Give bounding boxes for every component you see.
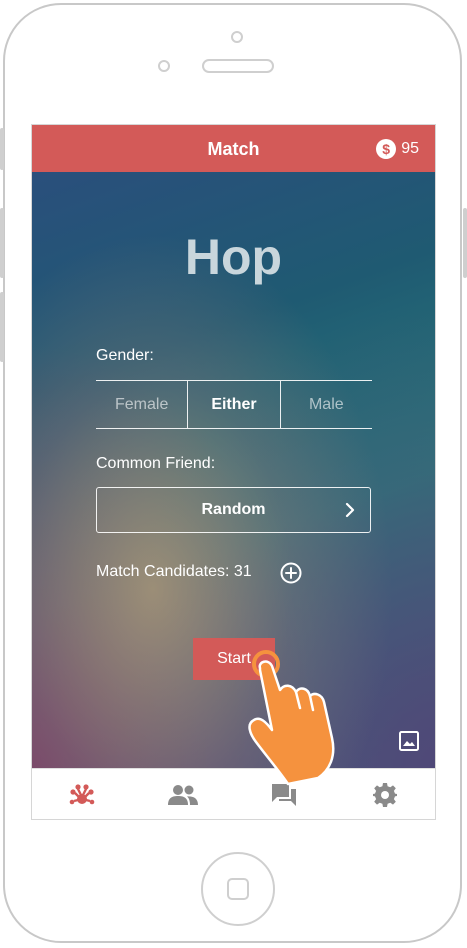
chevron-right-icon (345, 502, 355, 518)
friends-icon (168, 785, 199, 805)
header-bar: Match $ 95 (32, 125, 435, 172)
home-button[interactable] (201, 852, 275, 926)
match-candidates-text: Match Candidates: 31 (96, 563, 252, 580)
proximity-sensor (158, 60, 170, 72)
page-title: Match (207, 139, 260, 159)
gender-option-male[interactable]: Male (281, 381, 372, 428)
common-friend-label: Common Friend: (96, 455, 216, 472)
tab-friends[interactable] (133, 769, 234, 819)
mute-switch (0, 128, 4, 170)
tab-match[interactable] (32, 769, 133, 819)
chat-icon (271, 784, 296, 806)
home-button-square (227, 878, 249, 900)
background-image-icon[interactable] (399, 731, 419, 751)
gender-segmented-control: Female Either Male (96, 380, 372, 429)
common-friend-value: Random (201, 501, 266, 518)
tap-gesture-hand-icon (248, 650, 335, 786)
add-candidates-icon[interactable] (280, 562, 302, 584)
gender-option-either[interactable]: Either (187, 381, 281, 428)
match-icon (70, 784, 95, 805)
settings-icon (372, 783, 397, 807)
coin-balance[interactable]: $ 95 (376, 139, 419, 159)
common-friend-select[interactable]: Random (96, 487, 371, 533)
dollar-coin-icon: $ (376, 139, 397, 159)
earpiece-speaker (202, 59, 274, 73)
app-screen: Match $ 95 Hop Gender: Female Either Mal… (31, 124, 436, 820)
volume-up-button (0, 208, 4, 278)
power-button (463, 208, 467, 278)
gender-option-female[interactable]: Female (96, 381, 187, 428)
gender-label: Gender: (96, 347, 154, 364)
match-panel: Hop Gender: Female Either Male Common Fr… (32, 172, 435, 768)
tab-bar (32, 768, 435, 819)
volume-down-button (0, 292, 4, 362)
coin-count: 95 (401, 140, 419, 157)
front-camera (231, 31, 243, 43)
app-logo: Hop (184, 229, 283, 285)
tab-settings[interactable] (334, 769, 435, 819)
